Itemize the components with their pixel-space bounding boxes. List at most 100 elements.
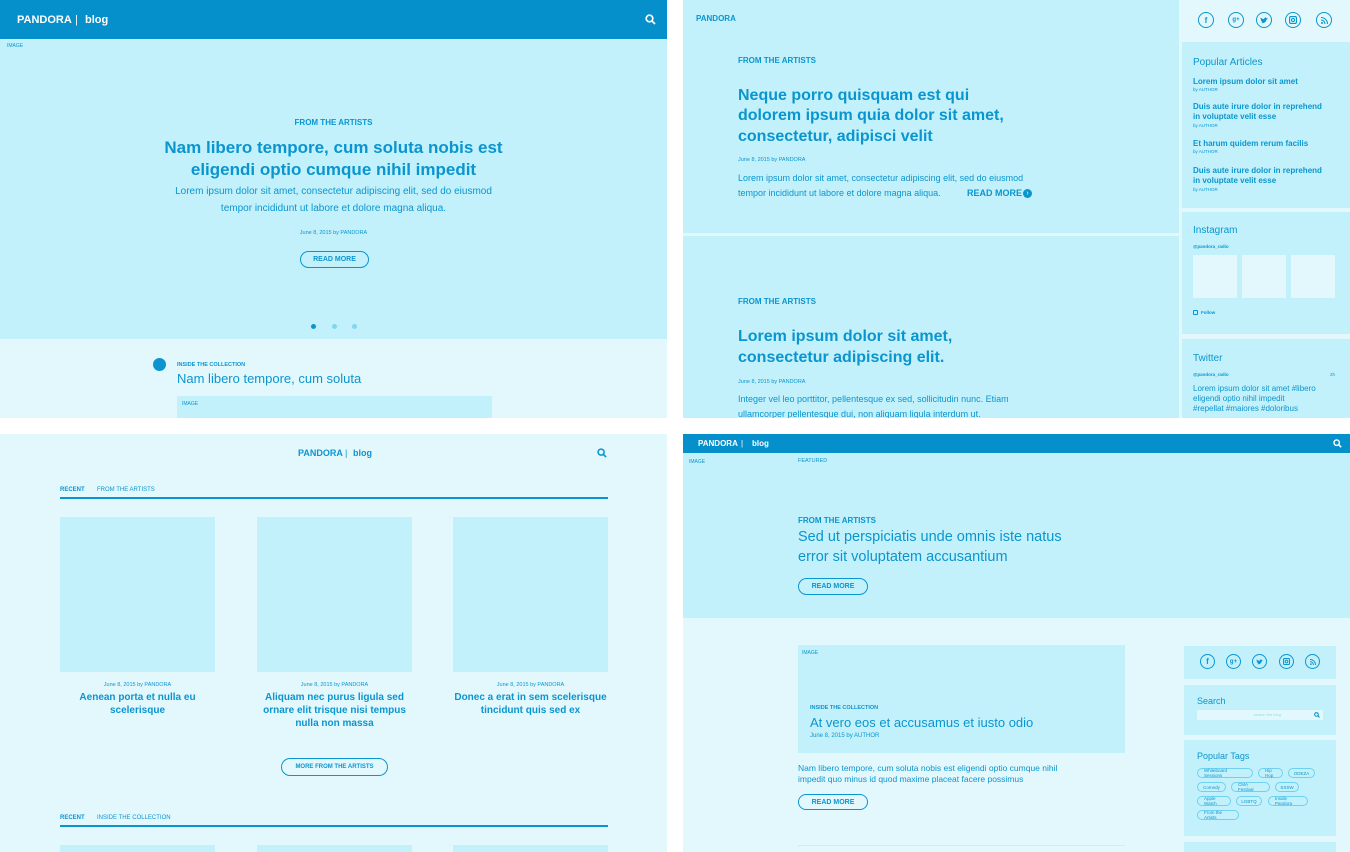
tag-pill[interactable]: Whiteboard Sessions <box>1197 768 1253 778</box>
popular-articles-title: Popular Articles <box>1193 57 1263 68</box>
article-divider <box>798 845 1125 846</box>
card-title-line3[interactable]: nulla non massa <box>249 718 420 729</box>
tag-pill[interactable]: ODEZA <box>1288 768 1315 778</box>
article-divider <box>683 233 1179 236</box>
search-icon[interactable] <box>1333 439 1342 448</box>
instagram-handle[interactable]: @pandora_radio <box>1193 244 1229 249</box>
tag-pill[interactable]: Hip Hop <box>1258 768 1283 778</box>
instagram-icon[interactable] <box>1279 654 1294 669</box>
popular-article-title[interactable]: Duis aute irure dolor in reprehend <box>1193 102 1322 111</box>
tag-pill[interactable]: SXSW <box>1275 782 1299 792</box>
twitter-handle[interactable]: @pandora_radio <box>1193 372 1229 377</box>
blog-link[interactable]: blog <box>752 439 769 448</box>
more-from-the-artists-button[interactable]: MORE FROM THE ARTISTS <box>281 758 388 776</box>
featured-title-line1[interactable]: Sed ut perspiciatis unde omnis iste natu… <box>798 529 1062 545</box>
facebook-icon[interactable]: f <box>1200 654 1215 669</box>
panel-featured-sidebar: PANDORA | blog IMAGE FEATURED FROM THE A… <box>683 434 1350 852</box>
instagram-icon[interactable] <box>1285 12 1301 28</box>
card-image[interactable] <box>257 517 412 672</box>
rss-icon[interactable] <box>1305 654 1320 669</box>
blog-link[interactable]: blog <box>85 14 108 26</box>
article-excerpt-line1: Integer vel leo porttitor, pellentesque … <box>738 394 1009 404</box>
card-meta: June 8, 2015 by PANDORA <box>496 682 565 688</box>
tag-pill[interactable]: From the Artists <box>1197 810 1239 820</box>
article-title-line1[interactable]: Neque porro quisquam est qui <box>738 87 969 105</box>
popular-article-title[interactable]: Et harum quidem rerum facilis <box>1193 139 1308 148</box>
article-card-title[interactable]: At vero eos et accusamus et iusto odio <box>810 715 1033 730</box>
featured-title-line2[interactable]: error sit voluptatem accusantium <box>798 549 1008 565</box>
facebook-icon[interactable]: f <box>1198 12 1214 28</box>
twitter-title: Twitter <box>1193 353 1223 364</box>
brand-logo[interactable]: PANDORA <box>696 14 736 23</box>
carousel-dot[interactable] <box>332 324 337 329</box>
read-more-link[interactable]: READ MORE <box>967 188 1022 198</box>
card-meta: June 8, 2015 by PANDORA <box>300 682 369 688</box>
read-more-button[interactable]: READ MORE <box>300 251 369 268</box>
popular-article-title[interactable]: Lorem ipsum dolor sit amet <box>1193 77 1298 86</box>
instagram-thumbnail[interactable] <box>1291 255 1335 298</box>
section-kicker: INSIDE THE COLLECTION <box>177 362 246 368</box>
hero-title-line2[interactable]: eligendi optio cumque nihil impedit <box>0 160 667 180</box>
tab-recent[interactable]: RECENT <box>60 487 85 493</box>
sidebar-widget <box>1184 842 1336 852</box>
search-icon[interactable] <box>645 14 656 25</box>
tag-pill[interactable]: Apple Watch <box>1197 796 1231 806</box>
tab-from-the-artists[interactable]: FROM THE ARTISTS <box>97 487 155 493</box>
card-image[interactable] <box>453 845 608 852</box>
card-meta: June 8, 2015 by PANDORA <box>103 682 172 688</box>
carousel-dot-active[interactable] <box>311 324 316 329</box>
section-avatar <box>153 358 166 371</box>
google-plus-icon[interactable]: g+ <box>1226 654 1241 669</box>
image-placeholder-label: IMAGE <box>182 401 199 407</box>
card-image[interactable] <box>453 517 608 672</box>
tab-recent[interactable]: RECENT <box>60 815 85 821</box>
search-input[interactable]: search the blog <box>1197 710 1323 720</box>
tag-pill[interactable]: CMA Festival <box>1231 782 1270 792</box>
popular-article-title[interactable]: Duis aute irure dolor in reprehend <box>1193 166 1322 175</box>
twitter-icon[interactable] <box>1256 12 1272 28</box>
rss-icon[interactable] <box>1316 12 1332 28</box>
brand-logo[interactable]: PANDORA <box>298 448 343 458</box>
google-plus-icon[interactable]: g+ <box>1228 12 1244 28</box>
read-more-button[interactable]: READ MORE <box>798 794 868 810</box>
article-meta: June 8, 2015 by PANDORA <box>738 157 806 163</box>
brand-logo[interactable]: PANDORA <box>17 14 72 26</box>
card-title[interactable]: Donec a erat in sem scelerisque <box>445 692 616 703</box>
article-excerpt-line1: Lorem ipsum dolor sit amet, consectetur … <box>738 173 1024 183</box>
tag-pill[interactable]: Inside Pandora <box>1268 796 1308 806</box>
card-title[interactable]: Aenean porta et nulla eu <box>55 692 220 703</box>
arrow-right-circle-icon[interactable]: › <box>1023 189 1032 198</box>
card-title[interactable]: Aliquam nec purus ligula sed <box>249 692 420 703</box>
article-title-line3[interactable]: consectetur, adipisci velit <box>738 128 933 146</box>
card-title-line2[interactable]: tincidunt quis sed ex <box>445 705 616 716</box>
brand-logo[interactable]: PANDORA <box>698 439 738 448</box>
read-more-button[interactable]: READ MORE <box>798 578 868 595</box>
tag-pill[interactable]: Comedy <box>1197 782 1226 792</box>
search-icon[interactable] <box>597 448 607 458</box>
carousel-dot[interactable] <box>352 324 357 329</box>
card-image[interactable] <box>60 517 215 672</box>
card-image[interactable] <box>60 845 215 852</box>
section-title[interactable]: Nam libero tempore, cum soluta <box>177 371 361 386</box>
section-image <box>177 396 492 418</box>
card-title-line2[interactable]: scelerisque <box>55 705 220 716</box>
popular-article-title-line2[interactable]: in voluptate velit esse <box>1193 176 1276 185</box>
tab-underline <box>60 825 608 827</box>
search-icon[interactable] <box>1314 712 1320 718</box>
article-title-line2[interactable]: consectetur adipiscing elit. <box>738 349 944 367</box>
twitter-icon[interactable] <box>1252 654 1267 669</box>
hero-excerpt-line1: Lorem ipsum dolor sit amet, consectetur … <box>175 186 492 197</box>
instagram-thumbnail[interactable] <box>1193 255 1237 298</box>
follow-link[interactable]: Follow <box>1201 310 1215 315</box>
article-title-line2[interactable]: dolorem ipsum quia dolor sit amet, <box>738 107 1004 125</box>
popular-article-title-line2[interactable]: in voluptate velit esse <box>1193 112 1276 121</box>
article-excerpt-line1: Nam libero tempore, cum soluta nobis est… <box>798 763 1058 773</box>
tag-pill[interactable]: LGBTQ <box>1236 796 1262 806</box>
card-title-line2[interactable]: ornare elit trisque nisi tempus <box>249 705 420 716</box>
blog-link[interactable]: blog <box>353 448 372 458</box>
hero-title-line1[interactable]: Nam libero tempore, cum soluta nobis est <box>0 138 667 158</box>
card-image[interactable] <box>257 845 412 852</box>
instagram-thumbnail[interactable] <box>1242 255 1286 298</box>
article-title-line1[interactable]: Lorem ipsum dolor sit amet, <box>738 328 952 346</box>
tab-inside-the-collection[interactable]: INSIDE THE COLLECTION <box>97 815 171 821</box>
